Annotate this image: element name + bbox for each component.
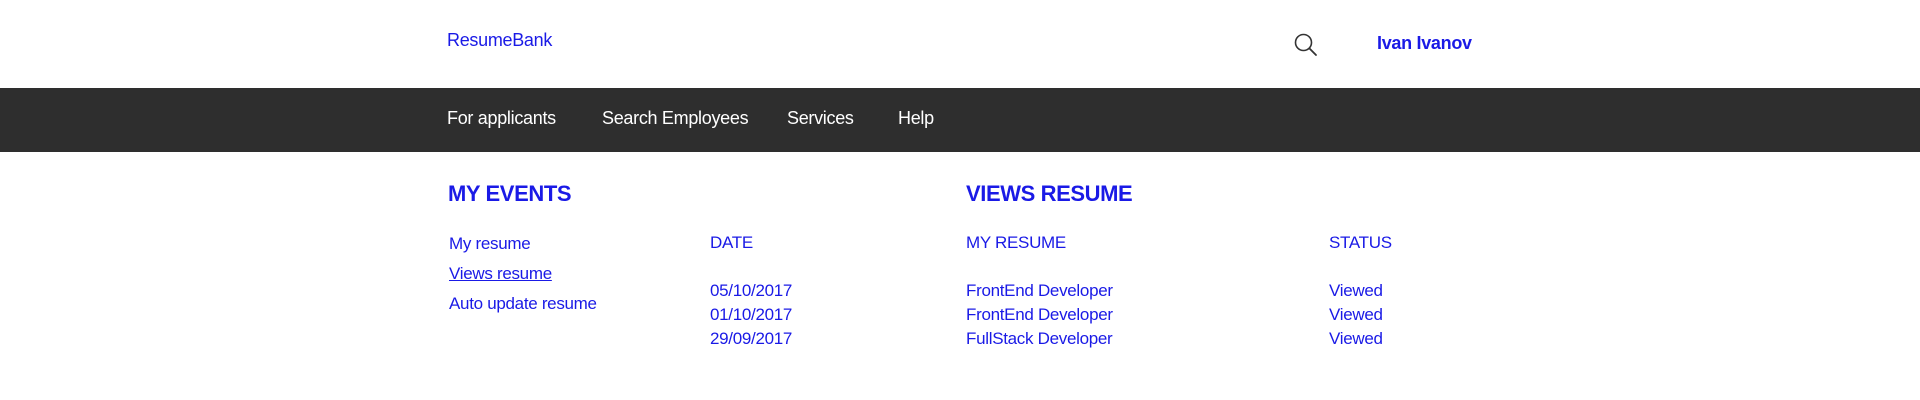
main-nav: For applicants Search Employees Services…	[0, 88, 1920, 152]
row-date: 29/09/2017	[710, 329, 793, 348]
search-icon[interactable]	[1292, 31, 1320, 59]
row-status: Viewed	[1329, 329, 1383, 348]
nav-search-employees[interactable]: Search Employees	[602, 108, 749, 129]
row-date: 01/10/2017	[710, 305, 793, 324]
nav-for-applicants[interactable]: For applicants	[447, 108, 556, 129]
sidebar-item-auto-update-resume[interactable]: Auto update resume	[449, 294, 597, 314]
column-header-my-resume: MY RESUME	[966, 233, 1066, 252]
views-resume-title: VIEWS RESUME	[966, 181, 1133, 206]
user-name-link[interactable]: Ivan Ivanov	[1377, 33, 1472, 54]
nav-help[interactable]: Help	[898, 108, 934, 129]
row-resume: FrontEnd Developer	[966, 281, 1113, 300]
nav-services[interactable]: Services	[787, 108, 854, 129]
row-date: 05/10/2017	[710, 281, 793, 300]
column-header-date: DATE	[710, 233, 753, 252]
sidebar-item-views-resume[interactable]: Views resume	[449, 264, 552, 284]
my-events-title: MY EVENTS	[448, 181, 572, 206]
site-logo[interactable]: ResumeBank	[447, 30, 552, 51]
column-header-status: STATUS	[1329, 233, 1392, 252]
row-resume: FrontEnd Developer	[966, 305, 1113, 324]
top-header: ResumeBank Ivan Ivanov	[0, 0, 1920, 88]
sidebar-item-my-resume[interactable]: My resume	[449, 234, 531, 254]
row-status: Viewed	[1329, 305, 1383, 324]
row-status: Viewed	[1329, 281, 1383, 300]
row-resume: FullStack Developer	[966, 329, 1113, 348]
